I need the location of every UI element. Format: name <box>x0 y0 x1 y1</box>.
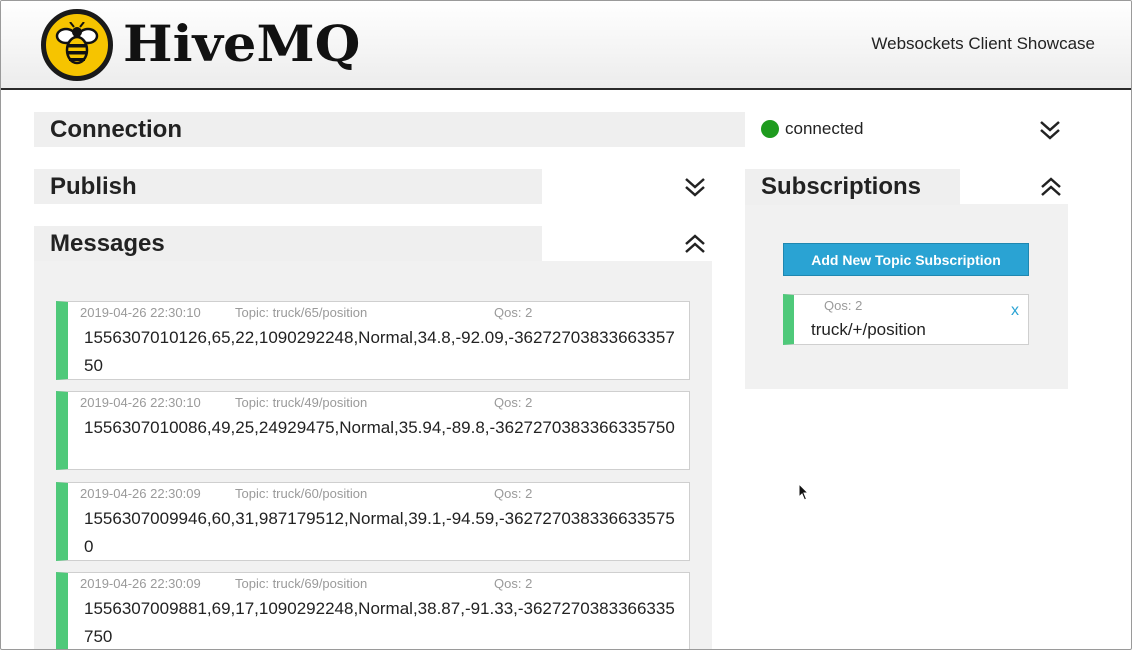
messages-panel-header[interactable]: Messages <box>34 226 542 261</box>
message-timestamp: 2019-04-26 22:30:09 <box>80 486 201 501</box>
remove-subscription-button[interactable]: x <box>1011 302 1019 320</box>
message-payload: 1556307010126,65,22,1090292248,Normal,34… <box>84 328 675 375</box>
message-payload: 1556307009881,69,17,1090292248,Normal,38… <box>84 599 675 646</box>
app-header: HiveMQ Websockets Client Showcase <box>1 1 1131 90</box>
status-dot-icon <box>761 120 779 138</box>
subscription-qos: Qos: 2 <box>824 298 863 313</box>
message-qos: Qos: 2 <box>494 395 533 410</box>
subscriptions-title-wrap: Subscriptions <box>745 169 960 204</box>
message-item[interactable]: 2019-04-26 22:30:09 Topic: truck/69/posi… <box>56 572 690 649</box>
message-topic: Topic: truck/49/position <box>235 395 368 410</box>
subscriptions-title: Subscriptions <box>761 173 922 200</box>
chevron-double-down-icon[interactable] <box>1038 118 1062 142</box>
header-subtitle: Websockets Client Showcase <box>871 34 1095 53</box>
chevron-double-down-icon[interactable] <box>683 175 707 199</box>
message-topic: Topic: truck/69/position <box>235 576 368 591</box>
message-timestamp: 2019-04-26 22:30:09 <box>80 576 201 591</box>
publish-panel-header[interactable]: Publish <box>34 169 542 204</box>
message-qos: Qos: 2 <box>494 305 533 320</box>
messages-list[interactable]: 2019-04-26 22:30:10 Topic: truck/65/posi… <box>34 261 712 649</box>
message-qos: Qos: 2 <box>494 576 533 591</box>
connection-status-label: connected <box>785 119 864 138</box>
connection-status: connected <box>761 119 863 139</box>
connection-title: Connection <box>50 116 182 143</box>
add-topic-subscription-button[interactable]: Add New Topic Subscription <box>783 243 1029 276</box>
chevron-double-up-icon[interactable] <box>683 232 707 256</box>
message-timestamp: 2019-04-26 22:30:10 <box>80 305 201 320</box>
message-qos: Qos: 2 <box>494 486 533 501</box>
message-item[interactable]: 2019-04-26 22:30:10 Topic: truck/49/posi… <box>56 391 690 470</box>
app-window: HiveMQ Websockets Client Showcase Connec… <box>0 0 1132 650</box>
chevron-double-up-icon[interactable] <box>1039 175 1063 199</box>
publish-title: Publish <box>50 173 137 200</box>
mouse-cursor-icon <box>798 482 810 506</box>
message-topic: Topic: truck/60/position <box>235 486 368 501</box>
bee-logo-icon <box>41 9 113 81</box>
subscription-item: Qos: 2 truck/+/position x <box>783 294 1029 345</box>
message-topic: Topic: truck/65/position <box>235 305 368 320</box>
logo-wordmark: HiveMQ <box>123 14 361 73</box>
message-item[interactable]: 2019-04-26 22:30:10 Topic: truck/65/posi… <box>56 301 690 380</box>
message-payload: 1556307009946,60,31,987179512,Normal,39.… <box>84 509 675 556</box>
subscription-topic: truck/+/position <box>811 320 926 339</box>
message-payload: 1556307010086,49,25,24929475,Normal,35.9… <box>84 418 675 437</box>
messages-title: Messages <box>50 230 165 257</box>
connection-panel-header[interactable]: Connection <box>34 112 745 147</box>
message-timestamp: 2019-04-26 22:30:10 <box>80 395 201 410</box>
message-item[interactable]: 2019-04-26 22:30:09 Topic: truck/60/posi… <box>56 482 690 561</box>
